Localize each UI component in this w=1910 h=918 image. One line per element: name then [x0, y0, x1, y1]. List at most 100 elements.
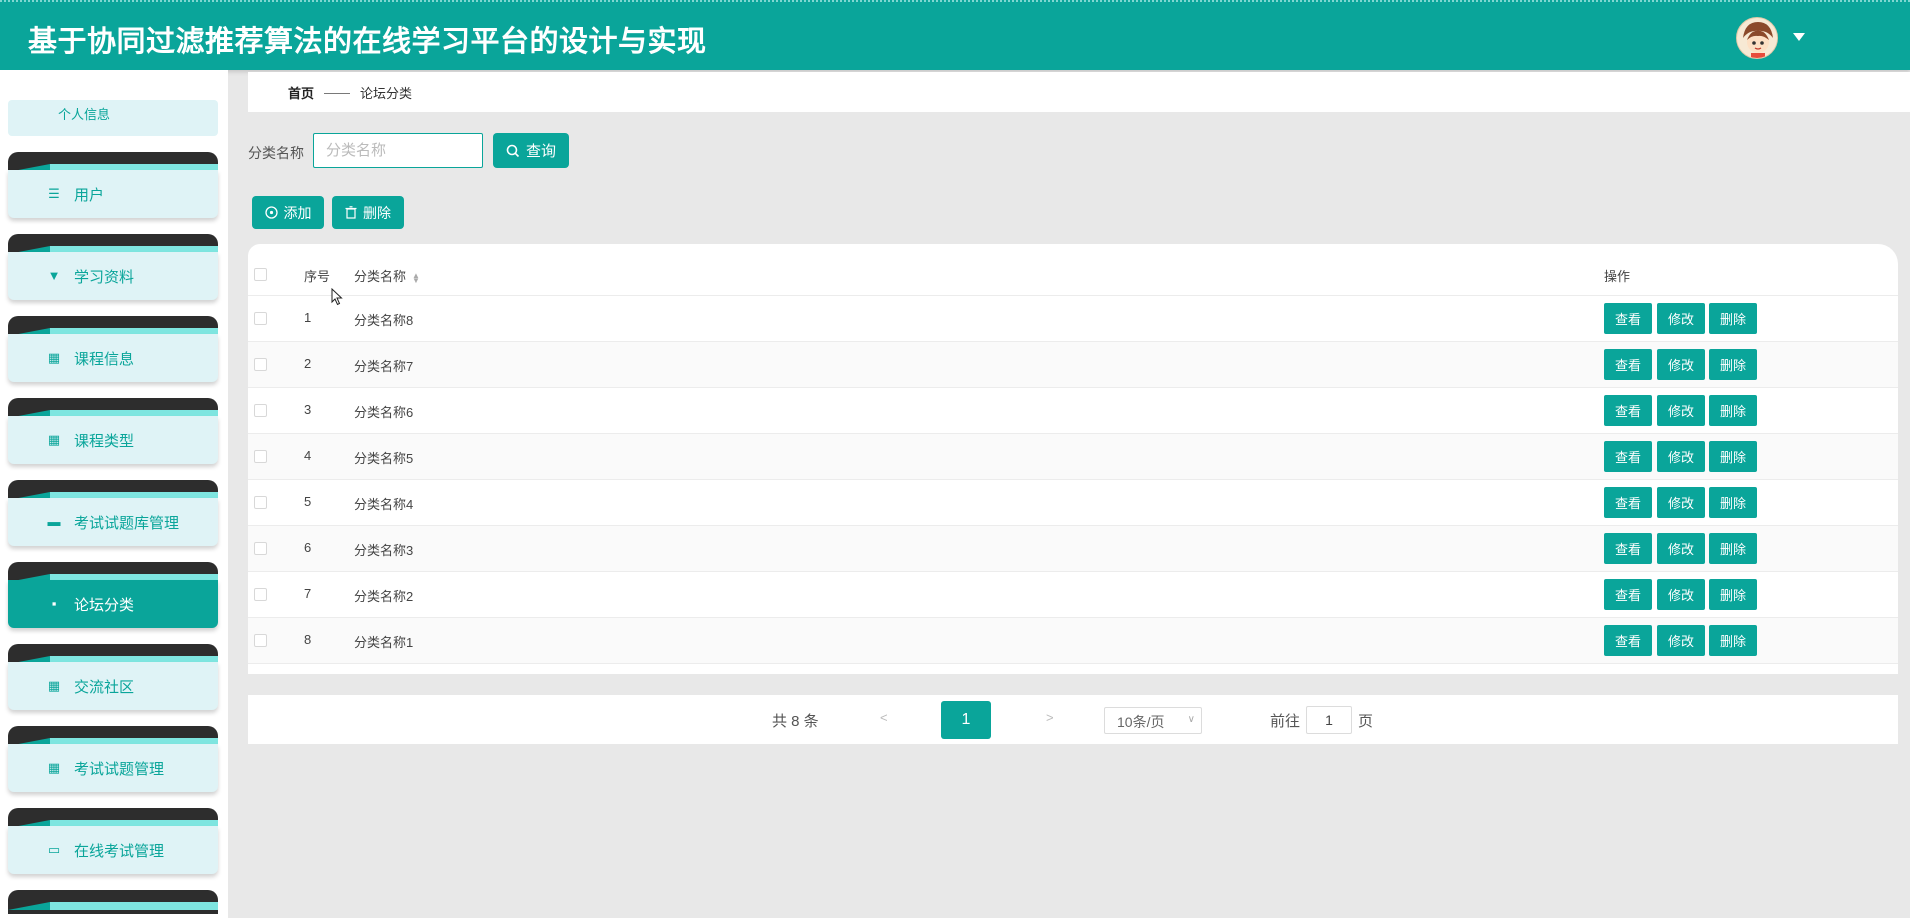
sidebar-item-label: 论坛分类: [74, 596, 135, 614]
table-row: 5 分类名称4 查看 修改 删除: [248, 480, 1898, 526]
row-index: 7: [304, 586, 312, 601]
category-name-search-input[interactable]: [313, 133, 483, 168]
row-index: 5: [304, 494, 312, 509]
row-delete-button[interactable]: 删除: [1709, 533, 1757, 564]
row-category-name: 分类名称3: [354, 543, 414, 558]
edit-button[interactable]: 修改: [1657, 487, 1705, 518]
sidebar-item-forum-categories[interactable]: ▪ 论坛分类: [8, 562, 218, 630]
avatar-image: [1737, 18, 1777, 58]
row-category-name: 分类名称5: [354, 451, 414, 466]
row-checkbox[interactable]: [254, 588, 267, 601]
sidebar-item-course-info[interactable]: ▦ 课程信息: [8, 316, 218, 384]
row-category-name: 分类名称8: [354, 313, 414, 328]
add-button[interactable]: 添加: [252, 196, 324, 229]
table-row: 6 分类名称3 查看 修改 删除: [248, 526, 1898, 572]
page-size-select[interactable]: 10条/页 ∨: [1104, 707, 1202, 734]
goto-page-input[interactable]: [1306, 706, 1352, 734]
row-index: 6: [304, 540, 312, 555]
select-all-checkbox[interactable]: [254, 268, 267, 281]
view-button[interactable]: 查看: [1604, 533, 1652, 564]
search-icon: [506, 144, 520, 157]
sidebar: 个人信息 ☰ 用户 ▼ 学习资料 ▦ 课程信息 ▦ 课程类型 ▬ 考试试题库管理…: [0, 70, 228, 918]
edit-button[interactable]: 修改: [1657, 441, 1705, 472]
sidebar-item-label: 课程类型: [74, 432, 135, 450]
batch-delete-button[interactable]: 删除: [332, 196, 404, 229]
breadcrumb-current: 论坛分类: [360, 85, 413, 101]
breadcrumb: 首页 —— 论坛分类: [248, 72, 1910, 112]
sidebar-item-question-bank[interactable]: ▬ 考试试题库管理: [8, 480, 218, 548]
sidebar-item-exam-questions[interactable]: ▦ 考试试题管理: [8, 726, 218, 794]
header-name[interactable]: 分类名称 ▲ ▼: [354, 266, 420, 285]
sidebar-item-online-exams[interactable]: ▭ 在线考试管理: [8, 808, 218, 876]
row-checkbox[interactable]: [254, 404, 267, 417]
view-button[interactable]: 查看: [1604, 441, 1652, 472]
view-button[interactable]: 查看: [1604, 303, 1652, 334]
breadcrumb-separator: ——: [324, 84, 351, 100]
row-delete-button[interactable]: 删除: [1709, 349, 1757, 380]
search-button[interactable]: 查询: [493, 133, 569, 168]
table-row: 1 分类名称8 查看 修改 删除: [248, 296, 1898, 342]
prev-page-button[interactable]: <: [880, 710, 888, 725]
view-button[interactable]: 查看: [1604, 395, 1652, 426]
sidebar-item-course-types[interactable]: ▦ 课程类型: [8, 398, 218, 466]
sidebar-item-community[interactable]: ▦ 交流社区: [8, 644, 218, 712]
row-category-name: 分类名称6: [354, 405, 414, 420]
user-avatar[interactable]: [1736, 17, 1778, 59]
page-number-button[interactable]: 1: [941, 701, 991, 739]
goto-label: 前往: [1270, 713, 1301, 730]
sidebar-item-label: 考试试题管理: [74, 760, 165, 778]
next-page-button[interactable]: >: [1046, 710, 1054, 725]
top-header: 基于协同过滤推荐算法的在线学习平台的设计与实现: [0, 0, 1910, 70]
edit-button[interactable]: 修改: [1657, 579, 1705, 610]
sort-icon[interactable]: ▲ ▼: [412, 271, 420, 284]
chevron-down-icon: ∨: [1187, 714, 1195, 725]
row-checkbox[interactable]: [254, 312, 267, 325]
sidebar-item-next[interactable]: [8, 890, 218, 918]
sidebar-item-label: 用户: [74, 186, 105, 204]
edit-button[interactable]: 修改: [1657, 303, 1705, 334]
sidebar-item-label: 交流社区: [74, 678, 135, 696]
grid-icon: ▦: [47, 760, 61, 775]
total-count: 共 8 条: [772, 713, 819, 730]
sliders-icon: ☰: [48, 186, 60, 201]
edit-button[interactable]: 修改: [1657, 533, 1705, 564]
sidebar-item-profile[interactable]: 个人信息: [8, 100, 218, 136]
row-category-name: 分类名称7: [354, 359, 414, 374]
header-index: 序号: [304, 269, 331, 284]
sidebar-item-study-materials[interactable]: ▼ 学习资料: [8, 234, 218, 302]
row-index: 8: [304, 632, 312, 647]
breadcrumb-home[interactable]: 首页: [288, 83, 314, 102]
table-row: 8 分类名称1 查看 修改 删除: [248, 618, 1898, 664]
add-button-label: 添加: [283, 204, 312, 221]
row-checkbox[interactable]: [254, 496, 267, 509]
view-button[interactable]: 查看: [1604, 349, 1652, 380]
mouse-cursor-icon: [331, 288, 343, 306]
sidebar-item-label: 在线考试管理: [74, 842, 165, 860]
table-row: 4 分类名称5 查看 修改 删除: [248, 434, 1898, 480]
app-title: 基于协同过滤推荐算法的在线学习平台的设计与实现: [28, 24, 707, 58]
view-button[interactable]: 查看: [1604, 579, 1652, 610]
row-checkbox[interactable]: [254, 634, 267, 647]
sidebar-item-users[interactable]: ☰ 用户: [8, 152, 218, 220]
edit-button[interactable]: 修改: [1657, 349, 1705, 380]
user-menu-caret-icon[interactable]: [1793, 33, 1805, 41]
add-circle-icon: [264, 206, 278, 219]
row-delete-button[interactable]: 删除: [1709, 487, 1757, 518]
row-delete-button[interactable]: 删除: [1709, 303, 1757, 334]
edit-button[interactable]: 修改: [1657, 625, 1705, 656]
row-delete-button[interactable]: 删除: [1709, 625, 1757, 656]
row-checkbox[interactable]: [254, 358, 267, 371]
view-button[interactable]: 查看: [1604, 487, 1652, 518]
header-name-label: 分类名称: [354, 269, 407, 284]
row-category-name: 分类名称2: [354, 589, 414, 604]
sidebar-item-label: 课程信息: [74, 350, 135, 368]
row-category-name: 分类名称4: [354, 497, 414, 512]
view-button[interactable]: 查看: [1604, 625, 1652, 656]
row-checkbox[interactable]: [254, 542, 267, 555]
edit-button[interactable]: 修改: [1657, 395, 1705, 426]
row-delete-button[interactable]: 删除: [1709, 579, 1757, 610]
row-delete-button[interactable]: 删除: [1709, 395, 1757, 426]
row-checkbox[interactable]: [254, 450, 267, 463]
page-size-value: 10条/页: [1117, 714, 1165, 730]
row-delete-button[interactable]: 删除: [1709, 441, 1757, 472]
